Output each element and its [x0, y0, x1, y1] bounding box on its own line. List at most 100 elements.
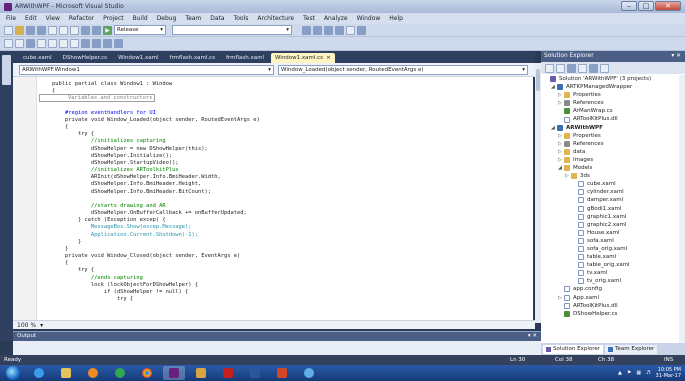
- menu-item-tools[interactable]: Tools: [234, 15, 249, 22]
- solution-tree-item[interactable]: ARToolKitPlus.dll: [541, 115, 681, 123]
- solution-tree-item[interactable]: sofa_orig.xaml: [541, 245, 681, 253]
- media-center-icon[interactable]: [109, 366, 131, 380]
- flag-icon[interactable]: ⚑: [627, 370, 631, 376]
- menu-item-edit[interactable]: Edit: [25, 15, 37, 22]
- chevron-down-icon[interactable]: ▾: [40, 322, 43, 329]
- class-diagram-icon[interactable]: [600, 63, 609, 73]
- list-members-icon[interactable]: [4, 39, 13, 48]
- uncomment-icon[interactable]: [70, 39, 79, 48]
- platform-dropdown[interactable]: ▾: [172, 25, 292, 35]
- menu-item-debug[interactable]: Debug: [157, 15, 177, 22]
- minimize-button[interactable]: –: [621, 1, 637, 11]
- solution-tree-item[interactable]: damper.xaml: [541, 196, 681, 204]
- member-dropdown[interactable]: Window_Loaded(object sender, RoutedEvent…: [278, 64, 528, 75]
- paint-icon[interactable]: [190, 366, 212, 380]
- chrome-icon[interactable]: [136, 366, 158, 380]
- start-page-icon[interactable]: [357, 25, 366, 35]
- solution-tree-item[interactable]: sofa.xaml: [541, 237, 681, 245]
- volume-icon[interactable]: ♬: [646, 370, 650, 376]
- tab-team-explorer[interactable]: Team Explorer: [605, 344, 658, 354]
- save-icon[interactable]: [26, 25, 35, 35]
- solution-tree-item[interactable]: cube.xaml: [541, 180, 681, 188]
- object-browser-icon[interactable]: [346, 25, 355, 35]
- start-debugging-icon[interactable]: ▶: [103, 25, 112, 35]
- document-tab[interactable]: cube.xaml: [19, 53, 56, 63]
- solution-tree-item[interactable]: House.xaml: [541, 229, 681, 237]
- maximize-button[interactable]: □: [638, 1, 654, 11]
- solution-tree-item[interactable]: DShowHelper.cs: [541, 310, 681, 318]
- movie-maker-icon[interactable]: [298, 366, 320, 380]
- solution-tree-item[interactable]: ▷ References: [541, 99, 681, 107]
- toggle-bookmark-icon[interactable]: [81, 39, 90, 48]
- copy-icon[interactable]: [59, 25, 68, 35]
- powerpoint-icon[interactable]: [271, 366, 293, 380]
- solution-tree-item[interactable]: ▷ Properties: [541, 132, 681, 140]
- show-all-files-icon[interactable]: [556, 63, 565, 73]
- solution-tree-item[interactable]: ARToolKitPlus.dll: [541, 302, 681, 310]
- pin-icon[interactable]: ▾ ✕: [528, 332, 537, 341]
- refresh-icon[interactable]: [567, 63, 576, 73]
- properties-icon[interactable]: [324, 25, 333, 35]
- redo-icon[interactable]: [92, 25, 101, 35]
- solution-tree-item[interactable]: tv.xaml: [541, 269, 681, 277]
- close-button[interactable]: ✕: [655, 1, 681, 11]
- decrease-indent-icon[interactable]: [37, 39, 46, 48]
- toolbox-icon[interactable]: [335, 25, 344, 35]
- show-hidden-icons-icon[interactable]: ▲: [618, 370, 622, 376]
- visual-studio-icon[interactable]: [163, 366, 185, 380]
- zoom-level[interactable]: 100 %: [17, 322, 36, 329]
- menu-item-view[interactable]: View: [46, 15, 60, 22]
- menu-item-test[interactable]: Test: [303, 15, 315, 22]
- new-project-icon[interactable]: [4, 25, 13, 35]
- solution-tree-item[interactable]: ArManWrap.cs: [541, 107, 681, 115]
- network-icon[interactable]: ▦: [636, 370, 641, 376]
- solution-tree-item[interactable]: graphic1.xaml: [541, 213, 681, 221]
- quick-info-icon[interactable]: [26, 39, 35, 48]
- internet-explorer-icon[interactable]: [28, 366, 50, 380]
- solution-tree-item[interactable]: app.config: [541, 285, 681, 293]
- paste-icon[interactable]: [70, 25, 79, 35]
- view-designer-icon[interactable]: [589, 63, 598, 73]
- tab-solution-explorer[interactable]: Solution Explorer: [543, 344, 604, 354]
- document-tab[interactable]: frmflash.xaml.cs: [166, 53, 220, 63]
- solution-tree-item[interactable]: table_orig.xaml: [541, 261, 681, 269]
- toolbox-tab[interactable]: [2, 55, 11, 85]
- solution-tree-item[interactable]: ◢ Models: [541, 164, 681, 172]
- word-icon[interactable]: [244, 366, 266, 380]
- menu-item-project[interactable]: Project: [103, 15, 124, 22]
- undo-icon[interactable]: [81, 25, 90, 35]
- open-folder-icon[interactable]: [15, 25, 24, 35]
- menu-item-refactor[interactable]: Refactor: [69, 15, 94, 22]
- clock[interactable]: 10:05 PM 31-Mar-17: [656, 367, 681, 379]
- menu-item-architecture[interactable]: Architecture: [257, 15, 294, 22]
- previous-bookmark-icon[interactable]: [92, 39, 101, 48]
- document-tab[interactable]: DShowHelper.cs: [59, 53, 111, 63]
- document-tab[interactable]: frmflash.xaml: [222, 53, 268, 63]
- acrobat-icon[interactable]: [217, 366, 239, 380]
- solution-tree-item[interactable]: cylinder.xaml: [541, 188, 681, 196]
- solution-tree-item[interactable]: ▷ Properties: [541, 91, 681, 99]
- solution-tree-item[interactable]: ◢ ARTKPManagedWrapper: [541, 83, 681, 91]
- menu-item-analyze[interactable]: Analyze: [324, 15, 348, 22]
- solution-tree-item[interactable]: tv_orig.xaml: [541, 277, 681, 285]
- start-button[interactable]: [6, 366, 20, 380]
- code-text[interactable]: public partial class Window1 : Window { …: [39, 81, 529, 303]
- parameter-info-icon[interactable]: [15, 39, 24, 48]
- solution-explorer-icon[interactable]: [313, 25, 322, 35]
- menu-item-data[interactable]: Data: [210, 15, 224, 22]
- menu-item-help[interactable]: Help: [389, 15, 403, 22]
- solution-explorer-scrollbar[interactable]: [679, 75, 685, 343]
- solution-tree-item[interactable]: table.xaml: [541, 253, 681, 261]
- find-icon[interactable]: [302, 25, 311, 35]
- view-code-icon[interactable]: [578, 63, 587, 73]
- document-tab[interactable]: Window1.xaml: [114, 53, 162, 63]
- solution-tree-item[interactable]: gBodi1.xaml: [541, 205, 681, 213]
- comment-icon[interactable]: [59, 39, 68, 48]
- media-player-icon[interactable]: [82, 366, 104, 380]
- menu-item-window[interactable]: Window: [357, 15, 381, 22]
- pin-icon[interactable]: ▾ ✕: [671, 51, 681, 62]
- clear-bookmarks-icon[interactable]: [114, 39, 123, 48]
- menu-item-build[interactable]: Build: [133, 15, 148, 22]
- solution-tree-item[interactable]: ▷ 3ds: [541, 172, 681, 180]
- properties-icon[interactable]: [545, 63, 554, 73]
